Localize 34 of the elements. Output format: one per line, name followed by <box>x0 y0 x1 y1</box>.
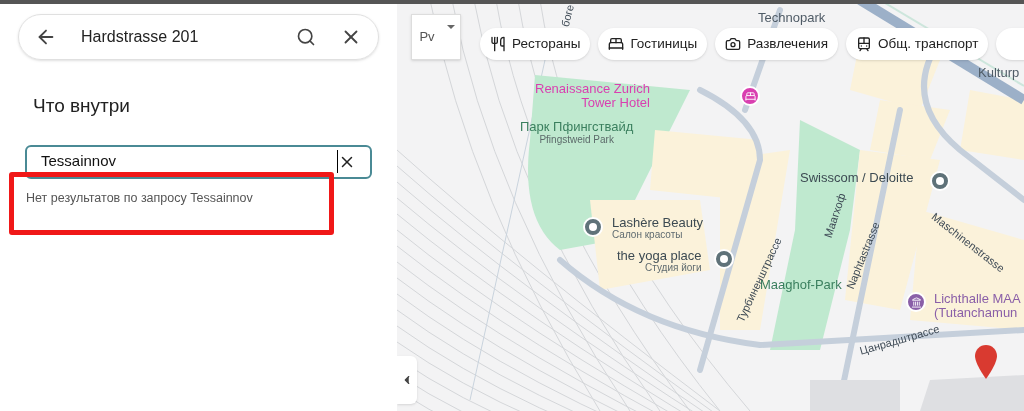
place-pin-icon[interactable] <box>930 171 950 191</box>
collapse-panel-button[interactable] <box>397 356 417 404</box>
place-category: Студия йоги <box>645 262 702 274</box>
search-icon[interactable] <box>296 27 316 47</box>
place-pin-icon[interactable] <box>906 292 926 312</box>
section-title: Что внутри <box>33 94 131 118</box>
search-text: Hardstrasse 201 <box>81 27 200 47</box>
place-name[interactable]: the yoga place <box>617 249 702 263</box>
place-name[interactable]: Lichthalle MAA <box>934 292 1021 306</box>
place-name[interactable]: Swisscom / Deloitte <box>800 171 914 185</box>
hotel-icon <box>608 36 625 52</box>
field-value: Tessainnov <box>41 150 338 173</box>
location-pin-icon[interactable] <box>975 345 997 379</box>
park-label: Pfingstweid Park <box>539 134 614 146</box>
area-label: Technopark <box>758 11 826 26</box>
no-results-message: Нет результатов по запросу Tessainnov <box>26 191 253 205</box>
place-name[interactable]: (Tutanchamun <box>934 305 1018 320</box>
camera-icon <box>725 36 742 52</box>
place-pin-icon[interactable] <box>740 86 760 106</box>
area-label: Kulturp <box>978 66 1020 81</box>
category-chip[interactable]: Развлечения <box>715 28 838 60</box>
place-pin-icon[interactable] <box>714 249 734 269</box>
place-name[interactable]: Lashère Beauty <box>612 216 704 230</box>
category-chip[interactable]: Рестораны <box>480 28 591 60</box>
category-chip[interactable]: Общ. транспорт <box>845 28 989 60</box>
layer-switch-button[interactable]: Pv <box>411 14 461 60</box>
restaurant-icon <box>490 36 506 52</box>
transit-icon <box>855 36 872 52</box>
layer-thumbnail-text: Pv <box>418 28 436 47</box>
park-label: Парк Пфингствайд <box>520 120 634 135</box>
place-category: Салон красоты <box>612 229 683 241</box>
search-field[interactable]: Tessainnov <box>25 144 372 179</box>
category-chip[interactable]: Гостиницы <box>598 28 708 60</box>
street-label: боге <box>559 4 577 28</box>
